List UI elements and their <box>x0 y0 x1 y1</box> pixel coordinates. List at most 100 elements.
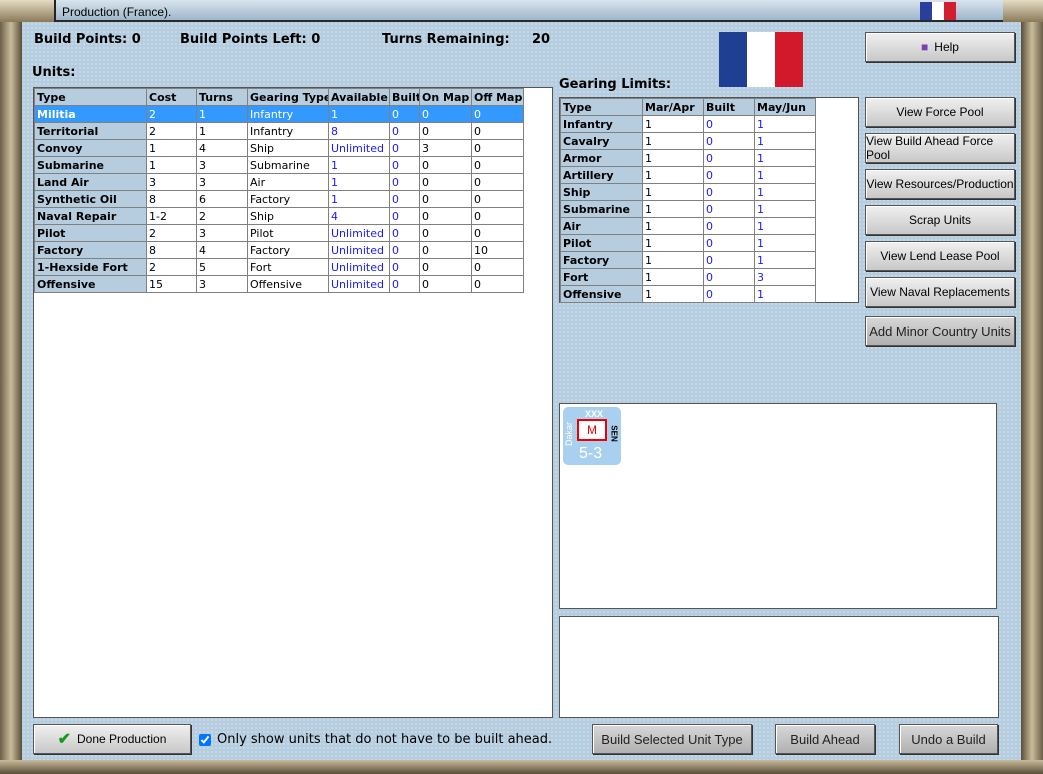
column-header[interactable]: Type <box>560 98 643 116</box>
table-cell: Fort <box>247 258 329 276</box>
checkbox-label: Only show units that do not have to be b… <box>217 732 553 747</box>
table-cell: 4 <box>328 207 390 225</box>
column-header[interactable]: Built <box>703 98 755 116</box>
table-row[interactable]: Territorial 2 1 Infantry 8 0 0 0 <box>34 122 524 140</box>
build-ahead-button[interactable]: Build Ahead <box>775 724 875 754</box>
table-row[interactable]: Artillery 1 0 1 <box>560 166 816 184</box>
table-cell: 0 <box>471 139 524 157</box>
column-header[interactable]: Off Map <box>471 88 524 106</box>
table-cell: 3 <box>196 173 248 191</box>
table-cell: 1 <box>754 200 816 218</box>
table-cell: 0 <box>419 241 472 259</box>
table-cell: Offensive <box>560 285 643 303</box>
counter-letter: M <box>587 423 597 437</box>
table-cell: 3 <box>754 268 816 286</box>
table-row[interactable]: Offensive 15 3 Offensive Unlimited 0 0 0 <box>34 275 524 293</box>
table-cell: 1 <box>328 156 390 174</box>
table-cell: 1 <box>642 183 704 201</box>
unit-counter[interactable]: XXX Dakar M SEN 5-3 <box>563 407 621 465</box>
close-button[interactable] <box>1003 0 1043 22</box>
table-row[interactable]: Pilot 2 3 Pilot Unlimited 0 0 0 <box>34 224 524 242</box>
table-cell: 4 <box>196 241 248 259</box>
column-header[interactable]: Cost <box>146 88 197 106</box>
scrap-units-button[interactable]: Scrap Units <box>865 205 1015 235</box>
production-panel: Build Points: 0 Build Points Left: 0 Tur… <box>22 22 1021 760</box>
view-force-pool-button[interactable]: View Force Pool <box>865 97 1015 127</box>
view-naval-replacements-button[interactable]: View Naval Replacements <box>865 277 1015 307</box>
table-cell: Convoy <box>34 139 147 157</box>
table-row[interactable]: Armor 1 0 1 <box>560 149 816 167</box>
table-cell: Factory <box>247 241 329 259</box>
column-header[interactable]: Type <box>34 88 147 106</box>
undo-build-button[interactable]: Undo a Build <box>899 724 998 754</box>
table-row[interactable]: Factory 8 4 Factory Unlimited 0 0 10 <box>34 241 524 259</box>
table-cell: 0 <box>703 166 755 184</box>
table-cell: Unlimited <box>328 258 390 276</box>
table-cell: 1 <box>328 173 390 191</box>
table-cell: Submarine <box>34 156 147 174</box>
table-cell: 1 <box>754 115 816 133</box>
table-row[interactable]: Pilot 1 0 1 <box>560 234 816 252</box>
only-show-checkbox-row[interactable]: Only show units that do not have to be b… <box>199 732 552 747</box>
table-cell: Infantry <box>247 122 329 140</box>
table-cell: Pilot <box>34 224 147 242</box>
table-cell: 1 <box>642 166 704 184</box>
table-row[interactable]: Naval Repair 1-2 2 Ship 4 0 0 0 <box>34 207 524 225</box>
table-row[interactable]: Submarine 1 3 Submarine 1 0 0 0 <box>34 156 524 174</box>
table-cell: 1 <box>196 122 248 140</box>
view-lend-lease-pool-button[interactable]: View Lend Lease Pool <box>865 241 1015 271</box>
add-minor-country-units-button[interactable]: Add Minor Country Units <box>865 316 1015 346</box>
frame-bottom <box>0 760 1043 774</box>
view-build-ahead-force-pool-button[interactable]: View Build Ahead Force Pool <box>865 133 1015 163</box>
column-header[interactable]: On Map <box>419 88 472 106</box>
table-row[interactable]: Synthetic Oil 8 6 Factory 1 0 0 0 <box>34 190 524 208</box>
column-header[interactable]: May/Jun <box>754 98 816 116</box>
table-cell: Infantry <box>560 115 643 133</box>
table-cell: Synthetic Oil <box>34 190 147 208</box>
table-cell: 0 <box>419 122 472 140</box>
counter-strength: 5-3 <box>579 445 603 462</box>
view-resources-production-button[interactable]: View Resources/Production <box>865 169 1015 199</box>
table-row[interactable]: Fort 1 0 3 <box>560 268 816 286</box>
table-row[interactable]: 1-Hexside Fort 2 5 Fort Unlimited 0 0 0 <box>34 258 524 276</box>
table-cell: 0 <box>419 105 472 123</box>
table-row[interactable]: Offensive 1 0 1 <box>560 285 816 303</box>
table-row[interactable]: Submarine 1 0 1 <box>560 200 816 218</box>
unit-counter-panel: XXX Dakar M SEN 5-3 <box>559 403 997 609</box>
window-menu-button[interactable] <box>0 0 56 22</box>
table-cell: 2 <box>146 122 197 140</box>
build-points: Build Points: 0 <box>34 32 141 47</box>
table-cell: Factory <box>34 241 147 259</box>
help-book-icon: ■ <box>921 40 929 54</box>
done-production-button[interactable]: ✔ Done Production <box>33 724 191 754</box>
table-row[interactable]: Convoy 1 4 Ship Unlimited 0 3 0 <box>34 139 524 157</box>
frame-right <box>1021 22 1043 774</box>
table-cell: Unlimited <box>328 241 390 259</box>
table-cell: 0 <box>389 105 420 123</box>
table-cell: Infantry <box>247 105 329 123</box>
table-row[interactable]: Land Air 3 3 Air 1 0 0 0 <box>34 173 524 191</box>
table-row[interactable]: Militia 2 1 Infantry 1 0 0 0 <box>34 105 524 123</box>
table-cell: 4 <box>196 139 248 157</box>
help-button[interactable]: ■ Help <box>865 32 1015 62</box>
table-row[interactable]: Ship 1 0 1 <box>560 183 816 201</box>
table-cell: 1 <box>642 251 704 269</box>
column-header[interactable]: Gearing Type <box>247 88 329 106</box>
column-header[interactable]: Built <box>389 88 420 106</box>
table-cell: 0 <box>471 105 524 123</box>
table-cell: 1 <box>146 139 197 157</box>
table-cell: 0 <box>703 183 755 201</box>
build-selected-unit-type-button[interactable]: Build Selected Unit Type <box>592 724 752 754</box>
table-cell: Air <box>247 173 329 191</box>
table-cell: 1 <box>642 217 704 235</box>
column-header[interactable]: Available <box>328 88 390 106</box>
column-header[interactable]: Mar/Apr <box>642 98 704 116</box>
column-header[interactable]: Turns <box>196 88 248 106</box>
table-row[interactable]: Cavalry 1 0 1 <box>560 132 816 150</box>
table-cell: Militia <box>34 105 147 123</box>
table-row[interactable]: Infantry 1 0 1 <box>560 115 816 133</box>
only-show-checkbox[interactable] <box>199 733 211 746</box>
table-cell: Air <box>560 217 643 235</box>
table-row[interactable]: Factory 1 0 1 <box>560 251 816 269</box>
table-row[interactable]: Air 1 0 1 <box>560 217 816 235</box>
